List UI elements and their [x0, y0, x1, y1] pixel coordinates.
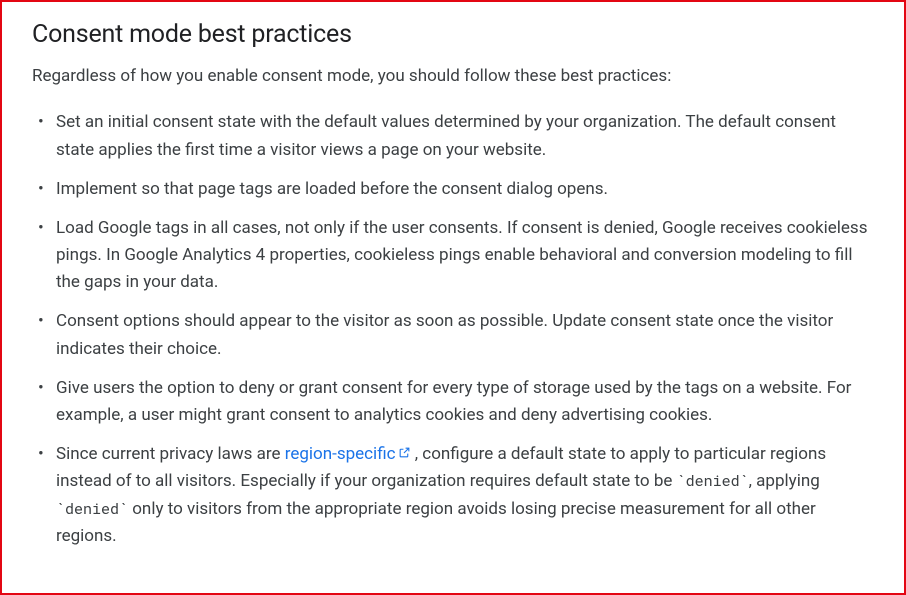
content-box: Consent mode best practices Regardless o…: [0, 0, 906, 595]
list-item: Since current privacy laws are region-sp…: [32, 441, 874, 550]
text-fragment: only to visitors from the appropriate re…: [56, 499, 816, 546]
external-link-icon: [398, 441, 411, 468]
text-fragment: Since current privacy laws are: [56, 444, 285, 464]
best-practices-list: Set an initial consent state with the de…: [32, 109, 874, 550]
code-denied: `denied`: [56, 499, 128, 519]
list-item: Give users the option to deny or grant c…: [32, 375, 874, 429]
region-specific-link[interactable]: region-specific: [285, 444, 411, 464]
list-item: Load Google tags in all cases, not only …: [32, 215, 874, 297]
code-denied: `denied`: [677, 471, 749, 491]
intro-text: Regardless of how you enable consent mod…: [32, 63, 874, 89]
list-item: Implement so that page tags are loaded b…: [32, 176, 874, 203]
list-item: Set an initial consent state with the de…: [32, 109, 874, 163]
text-fragment: , applying: [749, 471, 820, 491]
heading: Consent mode best practices: [32, 20, 874, 49]
list-item: Consent options should appear to the vis…: [32, 308, 874, 362]
link-text: region-specific: [285, 444, 396, 464]
